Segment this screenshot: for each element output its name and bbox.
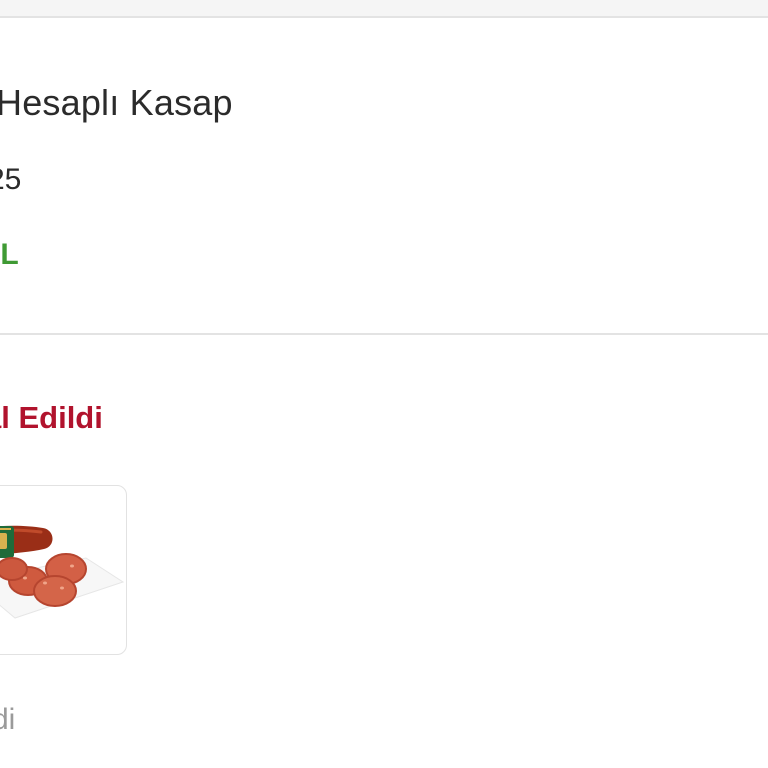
sucuk-image xyxy=(0,525,125,619)
shop-name: Hesaplı Kasap xyxy=(0,82,233,123)
order-summary-card xyxy=(0,18,768,335)
product-thumbnail[interactable] xyxy=(0,485,127,655)
order-detail-screen: Hesaplı Kasap 25 TL al Edildi di xyxy=(0,0,768,768)
order-number: 25 xyxy=(0,163,22,196)
top-strip xyxy=(0,0,768,18)
order-total: TL xyxy=(0,238,19,271)
order-status-title: al Edildi xyxy=(0,400,103,435)
order-status-note: di xyxy=(0,703,16,736)
